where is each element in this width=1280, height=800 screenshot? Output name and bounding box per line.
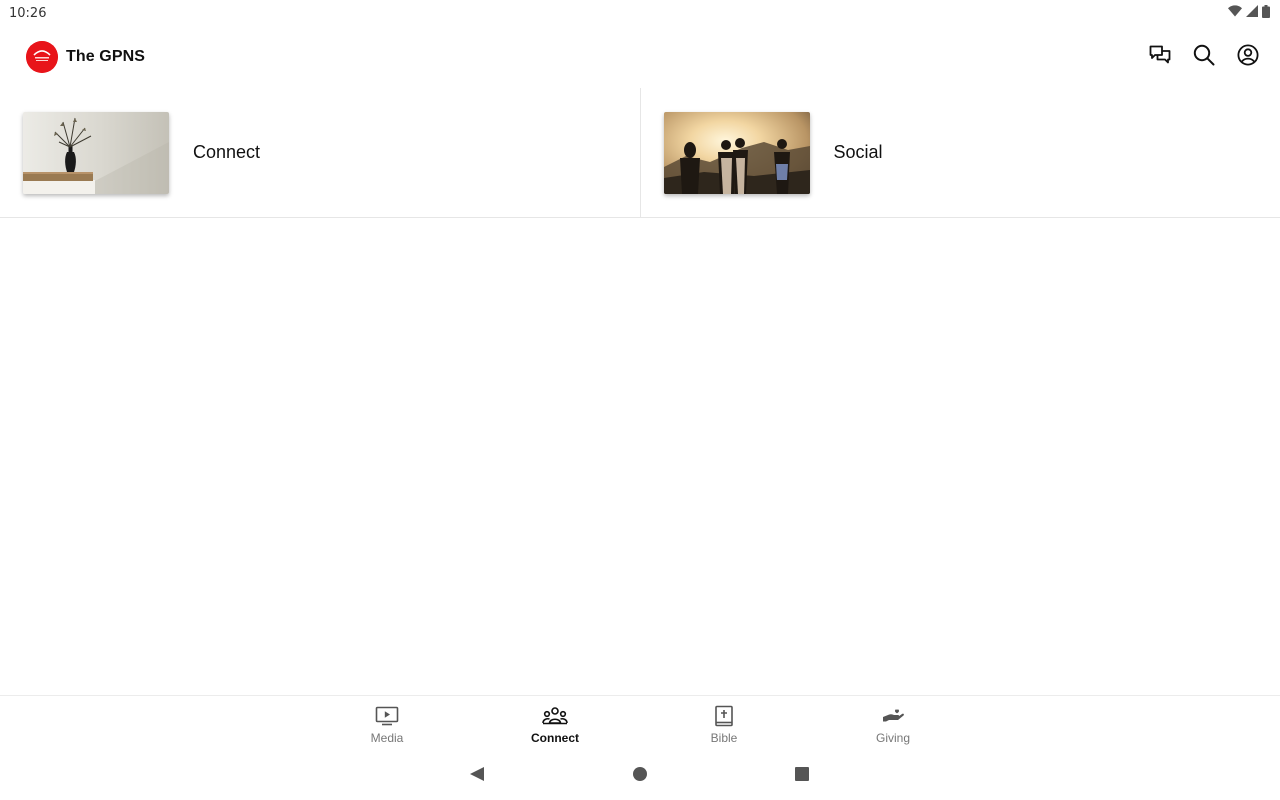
nav-item-connect[interactable]: Connect (510, 704, 600, 745)
status-bar: 10:26 (0, 0, 1280, 26)
back-triangle-icon (469, 766, 485, 787)
home-circle-icon (632, 766, 648, 787)
nav-label-giving: Giving (875, 731, 910, 745)
vase-on-shelf-photo (23, 111, 169, 194)
social-card-label: Social (833, 142, 883, 162)
search-icon (1193, 44, 1215, 71)
app-bar-actions (1148, 43, 1260, 71)
bottom-nav: Media Connect Bible Giving (0, 695, 1280, 750)
category-cards: Connect Social (0, 88, 1280, 218)
system-nav-bar (0, 750, 1280, 800)
connect-card-label: Connect (193, 142, 261, 162)
signal-icon (1246, 5, 1258, 21)
church-logo (26, 41, 58, 73)
battery-icon (1262, 4, 1270, 22)
chat-icon (1149, 45, 1171, 70)
friends-at-sunset-photo (663, 111, 810, 194)
social-card[interactable]: Social (639, 88, 1280, 217)
app-title: The GPNS (66, 48, 146, 65)
people-group-icon (542, 704, 568, 728)
tv-play-icon (374, 704, 400, 728)
search-button[interactable] (1192, 44, 1216, 71)
wifi-icon (1228, 5, 1242, 21)
account-icon (1237, 43, 1259, 71)
recents-square-icon (794, 766, 810, 787)
connect-card[interactable]: Connect (0, 88, 640, 217)
nav-item-media[interactable]: Media (342, 704, 432, 745)
giving-hand-icon (880, 704, 906, 728)
status-time: 10:26 (9, 5, 47, 21)
nav-label-bible: Bible (710, 731, 738, 745)
brand: The GPNS (26, 41, 145, 73)
account-button[interactable] (1236, 43, 1260, 71)
nav-label-media: Media (370, 731, 404, 745)
status-icons (1228, 4, 1270, 22)
nav-label-connect: Connect (531, 731, 579, 745)
home-button[interactable] (631, 766, 649, 787)
bible-icon (711, 704, 737, 728)
recents-button[interactable] (793, 766, 811, 787)
back-button[interactable] (468, 766, 486, 787)
nav-item-bible[interactable]: Bible (679, 704, 769, 745)
chat-button[interactable] (1148, 45, 1172, 69)
nav-item-giving[interactable]: Giving (848, 704, 938, 745)
app-bar: The GPNS (0, 26, 1280, 88)
